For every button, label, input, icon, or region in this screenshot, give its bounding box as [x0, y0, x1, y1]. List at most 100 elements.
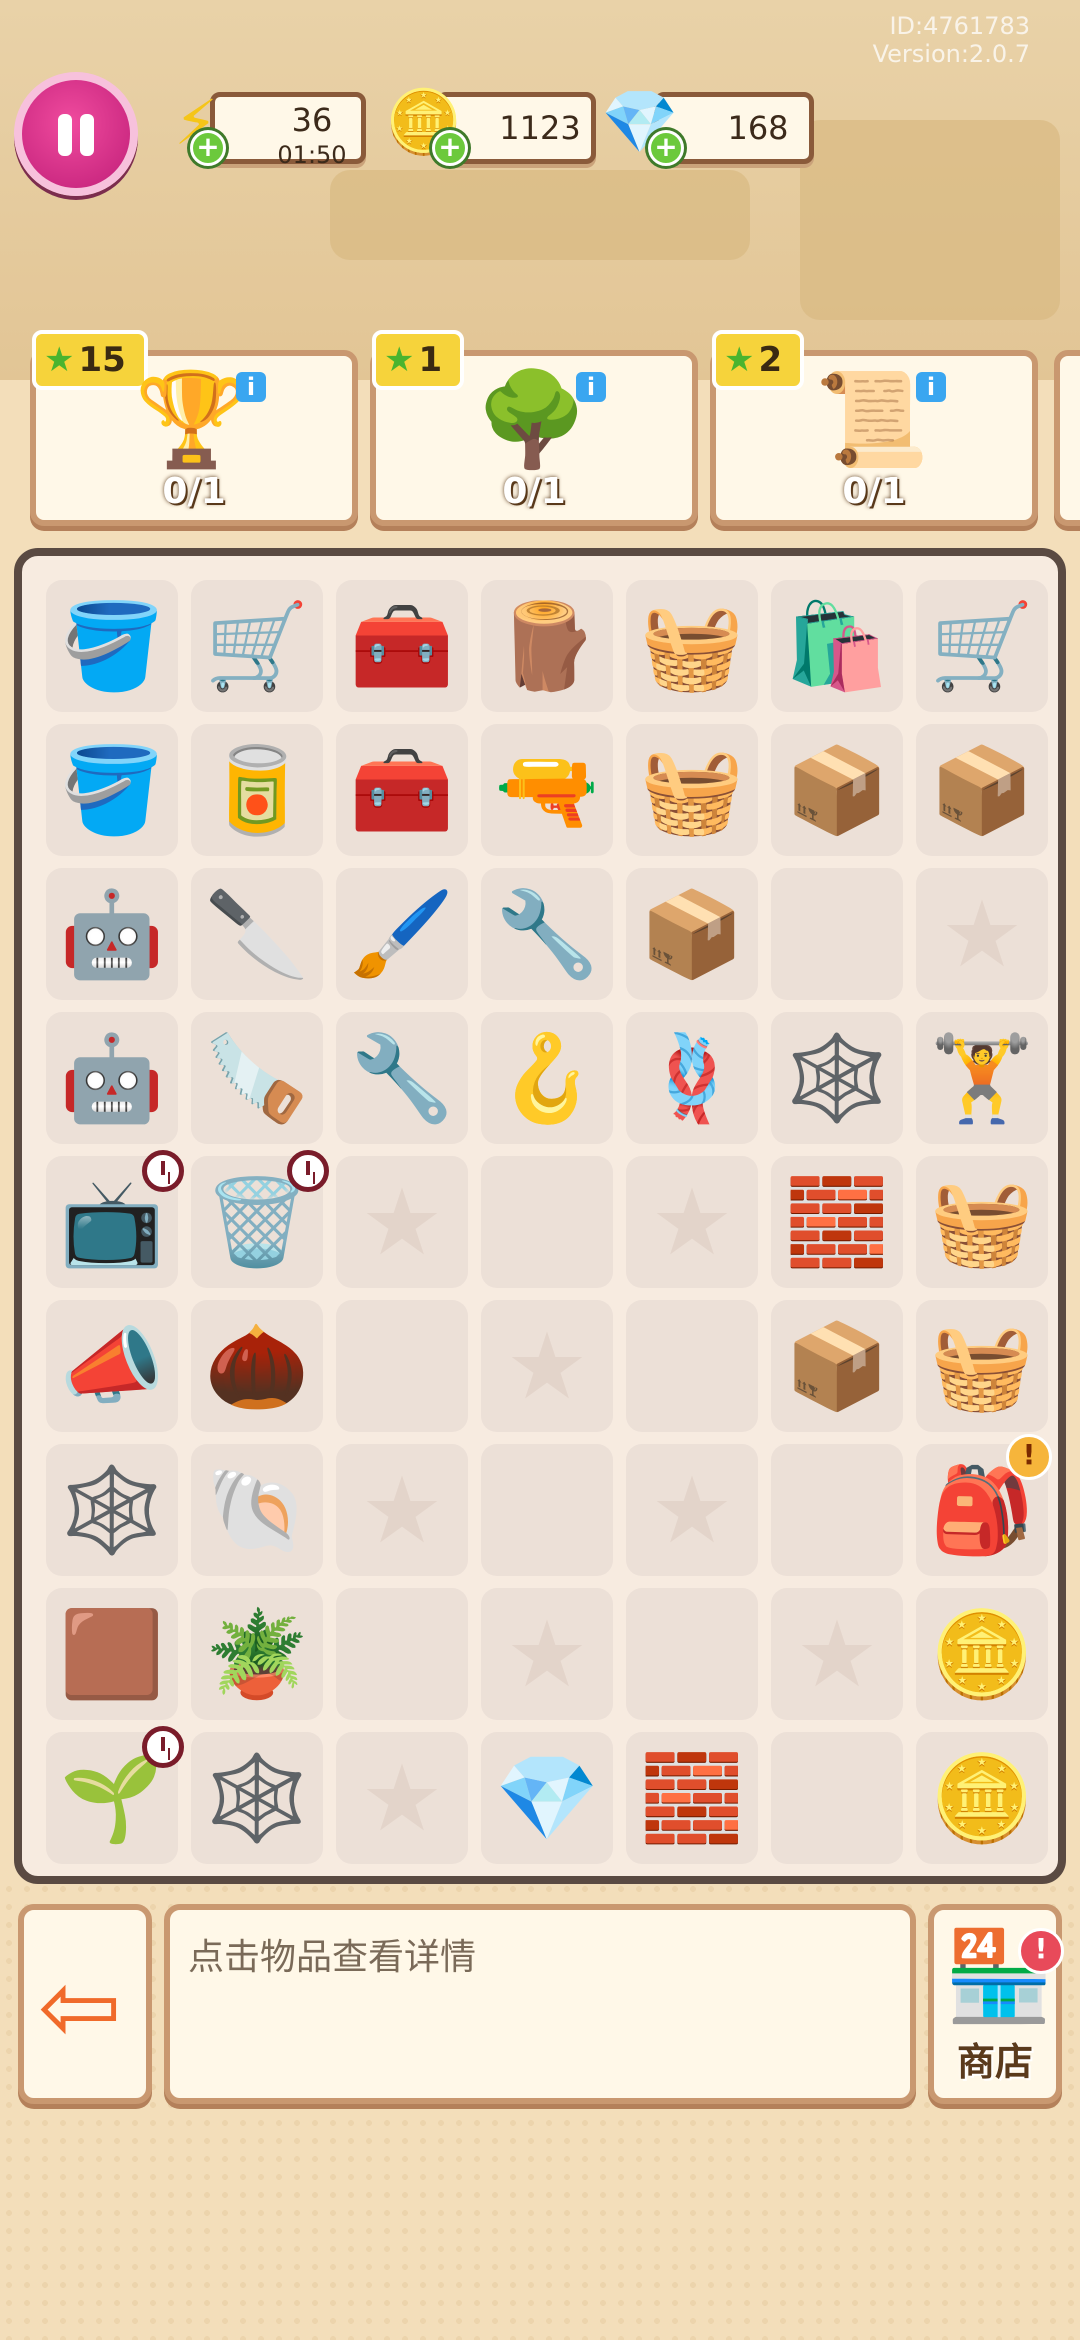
quest-reward: ★ 1 — [372, 330, 465, 390]
board-cell-star-slot[interactable]: ★ — [336, 1444, 468, 1576]
board-cell-empty[interactable] — [626, 1300, 758, 1432]
board-cell-paint-bucket[interactable]: 🥫 — [191, 724, 323, 856]
board-cell-dumbbell[interactable]: 🏋️ — [916, 1012, 1048, 1144]
board-cell-old-tv[interactable]: 📺 — [46, 1150, 184, 1288]
background-shelf — [330, 170, 750, 260]
board-cell-empty[interactable] — [481, 1156, 613, 1288]
board-cell-hex-key[interactable]: 🔧 — [336, 1012, 468, 1144]
board-cell-star-slot[interactable]: ★ — [481, 1300, 613, 1432]
woven-basket-icon: 🧺 — [639, 741, 745, 839]
add-gems-button[interactable]: + — [648, 130, 684, 166]
board-cell-rope-box[interactable]: 📦 — [771, 1300, 903, 1432]
board-cell-coin-pile[interactable]: 🪙 — [916, 1732, 1048, 1864]
quest-card-trophy[interactable]: ★ 15 🏆 i 0/1 — [30, 330, 358, 526]
quest-card-tree[interactable]: ★ 1 🌳 i 0/1 — [370, 330, 698, 526]
board-cell-cpu-chip-web[interactable]: 🕸️ — [771, 1012, 903, 1144]
info-icon[interactable]: i — [576, 372, 606, 402]
board-cell-paint-roller[interactable]: 🖌️ — [336, 868, 468, 1000]
board-cell-star-slot[interactable]: ★ — [336, 1732, 468, 1864]
board-cell-green-toolbox[interactable]: 🧰 — [336, 580, 468, 712]
board-cell-shopping-cart[interactable]: 🛒 — [916, 580, 1048, 712]
quest-card-scroll[interactable]: ★ 2 📜 i 0/1 — [710, 330, 1038, 526]
board-cell-small-box[interactable]: 📦 — [626, 868, 758, 1000]
board-cell-bucket-with-tools[interactable]: 🪣 — [46, 580, 178, 712]
board-cell-open-basket[interactable]: 🧺 — [916, 1156, 1048, 1288]
board-cell-pink-backpack[interactable]: 🎒! — [916, 1434, 1052, 1576]
board-cell-paper-bag[interactable]: 🛍️ — [771, 580, 903, 712]
board-cell-star-slot[interactable]: ★ — [626, 1156, 758, 1288]
board-cell-sandbags[interactable]: 🟫 — [46, 1588, 178, 1720]
board-cell-garbage-bag[interactable]: 🗑️ — [191, 1150, 329, 1288]
board-cell-star-slot[interactable]: ★ — [916, 868, 1048, 1000]
board-cell-drill[interactable]: 🔫 — [481, 724, 613, 856]
board-cell-star-slot[interactable]: ★ — [336, 1156, 468, 1288]
add-energy-button[interactable]: + — [190, 130, 226, 166]
star-slot-icon: ★ — [650, 1168, 734, 1276]
board-cell-empty[interactable] — [336, 1588, 468, 1720]
board-cell-hacksaw[interactable]: 🪚 — [191, 1012, 323, 1144]
board-cell-empty[interactable] — [771, 1444, 903, 1576]
add-coins-button[interactable]: + — [432, 130, 468, 166]
board-cell-coin-stack[interactable]: 🪙 — [916, 1588, 1048, 1720]
quest-reward: ★ 2 — [712, 330, 805, 390]
pipe-hook-icon: 🪝 — [494, 1029, 600, 1127]
board-cell-open-toolbox[interactable]: 🧰 — [336, 724, 468, 856]
star-slot-icon: ★ — [505, 1312, 589, 1420]
shop-button[interactable]: 🏪 商店 ! — [928, 1904, 1064, 2104]
board-cell-cpu-chip-web[interactable]: 🕸️ — [46, 1444, 178, 1576]
board-cell-empty[interactable] — [481, 1444, 613, 1576]
shopping-cart-icon: 🛒 — [929, 597, 1035, 695]
board-cell-basket-tools[interactable]: 🧺 — [916, 1300, 1048, 1432]
board-cell-star-slot[interactable]: ★ — [481, 1588, 613, 1720]
blue-tiles-icon: 🧱 — [784, 1173, 890, 1271]
board-cell-blue-tiles[interactable]: 🧱 — [771, 1156, 903, 1288]
quest-card-partial[interactable] — [1054, 350, 1080, 526]
board-cell-stump[interactable]: 🪵 — [481, 580, 613, 712]
board-cell-empty[interactable] — [626, 1588, 758, 1720]
star-slot-icon: ★ — [360, 1744, 444, 1852]
board-cell-cart-with-tools[interactable]: 🛒 — [191, 580, 323, 712]
board-cell-rope-coil[interactable]: 🪢 — [626, 1012, 758, 1144]
board-cell-box-cutter[interactable]: 🔪 — [191, 868, 323, 1000]
cpu-chip-web-icon: 🕸️ — [784, 1029, 890, 1127]
rope-box-icon: 📦 — [784, 1317, 890, 1415]
board-cell-star-slot[interactable]: ★ — [771, 1588, 903, 1720]
exit-button[interactable]: ⇦ — [18, 1904, 152, 2104]
paper-bag-icon: 🛍️ — [784, 597, 890, 695]
pause-button[interactable] — [14, 72, 138, 196]
star-slot-icon: ★ — [360, 1168, 444, 1276]
board-cell-flat-box[interactable]: 📦 — [916, 724, 1048, 856]
info-icon[interactable]: i — [916, 372, 946, 402]
board-cell-pink-gem[interactable]: 💎 — [481, 1732, 613, 1864]
seed-bag-icon: 🌰 — [204, 1317, 310, 1415]
info-icon[interactable]: i — [236, 372, 266, 402]
rope-coil-icon: 🪢 — [639, 1029, 745, 1127]
bucket-with-tools-icon: 🪣 — [59, 597, 165, 695]
board-cell-pink-bucket[interactable]: 🪣 — [46, 724, 178, 856]
board-cell-pink-brick[interactable]: 🧱 — [626, 1732, 758, 1864]
star-slot-icon: ★ — [505, 1600, 589, 1708]
board-cell-empty[interactable] — [771, 868, 903, 1000]
alert-icon: ! — [1006, 1434, 1052, 1480]
board-cell-robot-vacuum[interactable]: 🤖 — [46, 868, 178, 1000]
board-cell-sprout-pot[interactable]: 🌱 — [46, 1726, 184, 1864]
wrench-icon: 🔧 — [494, 885, 600, 983]
board-cell-pipe-hook[interactable]: 🪝 — [481, 1012, 613, 1144]
board-cell-empty[interactable] — [771, 1732, 903, 1864]
board-cell-potted-sprout[interactable]: 🪴 — [191, 1588, 323, 1720]
board-cell-snail-shell[interactable]: 🐚 — [191, 1444, 323, 1576]
star-icon: ★ — [724, 340, 755, 380]
board-cell-seed-bag[interactable]: 🌰 — [191, 1300, 323, 1432]
board-cell-empty[interactable] — [336, 1300, 468, 1432]
board-cell-cpu-chip-web[interactable]: 🕸️ — [191, 1732, 323, 1864]
board-cell-star-slot[interactable]: ★ — [626, 1444, 758, 1576]
board-cell-wrench[interactable]: 🔧 — [481, 868, 613, 1000]
board-cell-cardboard-pieces[interactable]: 📦 — [771, 724, 903, 856]
board-cell-wicker-basket[interactable]: 🧺 — [626, 580, 758, 712]
board-cell-blue-robot-vacuum[interactable]: 🤖 — [46, 1012, 178, 1144]
quest-reward: ★ 15 — [32, 330, 148, 390]
shop-label: 商店 — [956, 2040, 1033, 2084]
board-cell-woven-basket[interactable]: 🧺 — [626, 724, 758, 856]
board-cell-megaphone[interactable]: 📣 — [46, 1300, 178, 1432]
pink-gem-icon: 💎 — [494, 1749, 600, 1847]
